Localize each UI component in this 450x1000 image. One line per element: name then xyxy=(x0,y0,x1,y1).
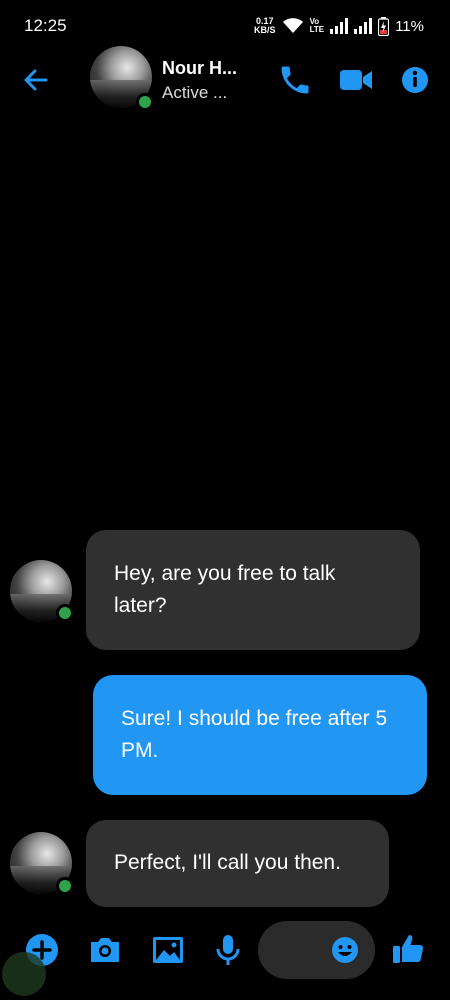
message-composer xyxy=(0,915,450,985)
image-icon[interactable] xyxy=(150,932,186,968)
message-bubble-incoming[interactable]: Hey, are you free to talk later? xyxy=(86,530,420,650)
chat-header: Nour H... Active ... xyxy=(0,40,450,120)
message-text: Hey, are you free to talk later? xyxy=(114,562,336,617)
network-speed-unit: KB/S xyxy=(254,25,276,35)
signal-icon xyxy=(330,18,349,34)
volte-indicator: Vo LTE xyxy=(310,18,325,34)
info-icon[interactable] xyxy=(397,62,433,98)
video-camera-icon[interactable] xyxy=(338,62,374,98)
signal-icon-2 xyxy=(354,18,373,34)
contact-name[interactable]: Nour H... xyxy=(162,58,237,79)
phone-icon[interactable] xyxy=(277,62,313,98)
battery-charging-icon xyxy=(378,16,390,36)
online-indicator xyxy=(136,93,154,111)
wifi-icon xyxy=(282,18,303,33)
contact-status: Active ... xyxy=(162,83,228,102)
camera-icon[interactable] xyxy=(87,932,123,968)
online-indicator xyxy=(56,877,74,895)
thumbs-up-icon[interactable] xyxy=(390,931,426,967)
message-text: Sure! I should be free after 5 PM. xyxy=(121,707,388,762)
arrow-left-icon[interactable] xyxy=(20,64,52,96)
message-bubble-outgoing[interactable]: Sure! I should be free after 5 PM. xyxy=(93,675,427,795)
online-indicator xyxy=(56,604,74,622)
message-bubble-incoming[interactable]: Perfect, I'll call you then. xyxy=(86,820,389,907)
message-text: Perfect, I'll call you then. xyxy=(114,851,341,874)
microphone-icon[interactable] xyxy=(210,932,246,968)
emoji-icon[interactable] xyxy=(327,932,363,968)
volte-bottom: LTE xyxy=(309,25,325,34)
network-speed: 0.17 KB/S xyxy=(254,17,276,35)
app-logo-watermark xyxy=(2,952,46,996)
status-time: 12:25 xyxy=(24,16,67,35)
battery-percent: 11% xyxy=(395,17,424,35)
status-icons: 0.17 KB/S Vo LTE 11% xyxy=(254,14,424,38)
